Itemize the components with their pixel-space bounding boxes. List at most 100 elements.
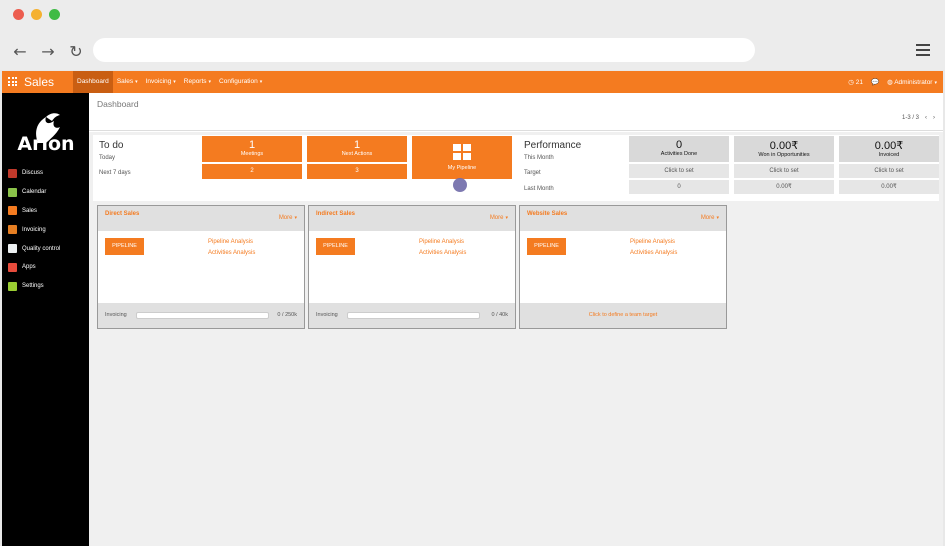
- address-bar[interactable]: [93, 38, 755, 62]
- activities-target-set[interactable]: Click to set: [629, 164, 729, 178]
- more-dropdown[interactable]: More ▾: [490, 215, 508, 221]
- activities-analysis-link[interactable]: Activities Analysis: [419, 250, 466, 256]
- meetings-today-count: 1: [248, 139, 256, 151]
- caret-down-icon: ▾: [934, 80, 937, 86]
- invoicing-progress-bar: [347, 312, 480, 319]
- invoicing-label: Invoicing: [316, 312, 338, 318]
- invoiced-last-month: 0.00₹: [839, 180, 939, 194]
- actions-today-count: 1: [353, 139, 361, 151]
- sidebar-item-invoicing[interactable]: Invoicing: [8, 220, 60, 239]
- browser-menu-icon[interactable]: [916, 44, 930, 56]
- close-window-button[interactable]: [13, 9, 24, 20]
- invoicing-icon: [8, 225, 17, 235]
- won-target-set[interactable]: Click to set: [734, 164, 834, 178]
- next-actions-next-button[interactable]: 3: [307, 164, 407, 179]
- invoiced-label: Invoiced: [878, 152, 900, 158]
- back-arrow-icon[interactable]: ←: [12, 42, 28, 61]
- chat-icon[interactable]: 💬: [871, 78, 879, 86]
- pager: 1-3 / 3 ‹ ›: [902, 115, 935, 121]
- caret-down-icon: ▾: [294, 215, 297, 221]
- activities-analysis-link[interactable]: Activities Analysis: [208, 250, 255, 256]
- meetings-next-button[interactable]: 2: [202, 164, 302, 179]
- activities-done-box[interactable]: 0 Activities Done: [629, 136, 729, 162]
- team-title[interactable]: Indirect Sales: [316, 211, 355, 217]
- quality-control-icon: [8, 244, 17, 254]
- top-navbar: Sales Dashboard Sales ▾ Invoicing ▾ Report…: [2, 71, 943, 93]
- card-header: Indirect Sales More ▾: [309, 206, 515, 231]
- sidebar-item-quality-control[interactable]: Quality control: [8, 239, 60, 258]
- summary-panel: To do Today Next 7 days 1 Meetings 2 1 N…: [93, 135, 939, 201]
- activities-done-label: Activities Done: [660, 151, 698, 157]
- todo-title: To do: [99, 140, 124, 151]
- team-title[interactable]: Website Sales: [527, 211, 567, 217]
- chevron-right-icon[interactable]: ›: [933, 115, 935, 121]
- main-area: Dashboard 1-3 / 3 ‹ › To do Today Next 7…: [89, 93, 943, 546]
- activities-indicator[interactable]: ◷ 21: [848, 78, 863, 86]
- pipeline-analysis-link[interactable]: Pipeline Analysis: [630, 239, 675, 245]
- more-dropdown[interactable]: More ▾: [279, 215, 297, 221]
- card-footer: Invoicing 0 / 250k: [98, 303, 304, 328]
- pipeline-button[interactable]: PIPELINE: [105, 238, 144, 255]
- won-opportunities-label: Won in Opportunities: [758, 152, 810, 158]
- activities-done-value: 0: [675, 139, 683, 151]
- sidebar-item-calendar[interactable]: Calendar: [8, 183, 60, 202]
- sidebar-item-label: Sales: [22, 207, 38, 214]
- card-footer: Invoicing 0 / 40k: [309, 303, 515, 328]
- sidebar-item-sales[interactable]: Sales: [8, 202, 60, 221]
- invoiced-box[interactable]: 0.00₹ Invoiced: [839, 136, 939, 162]
- my-pipeline-button[interactable]: My Pipeline: [412, 136, 512, 179]
- pipeline-analysis-link[interactable]: Pipeline Analysis: [208, 239, 253, 245]
- team-card-indirect-sales: Indirect Sales More ▾ PIPELINE Pipeline A…: [308, 205, 516, 329]
- todo-today-label: Today: [99, 155, 116, 161]
- apps-grid-icon[interactable]: [8, 77, 17, 86]
- card-header: Website Sales More ▾: [520, 206, 726, 231]
- define-team-target-link[interactable]: Click to define a team target: [520, 312, 726, 318]
- user-menu[interactable]: ◍ Administrator ▾: [887, 78, 937, 86]
- team-title[interactable]: Direct Sales: [105, 211, 139, 217]
- maximize-window-button[interactable]: [49, 9, 60, 20]
- sidebar-item-discuss[interactable]: Discuss: [8, 164, 60, 183]
- won-opportunities-box[interactable]: 0.00₹ Won in Opportunities: [734, 136, 834, 162]
- menu-reports[interactable]: Reports ▾: [180, 71, 215, 93]
- menu-dashboard[interactable]: Dashboard: [73, 71, 113, 93]
- invoicing-progress-bar: [136, 312, 269, 319]
- clock-icon: ◷: [848, 79, 854, 86]
- this-month-label: This Month: [524, 155, 554, 161]
- meetings-today-button[interactable]: 1 Meetings: [202, 136, 302, 162]
- sidebar-menu: Discuss Calendar Sales Invoicing Quality…: [8, 164, 60, 296]
- menu-configuration[interactable]: Configuration ▾: [215, 71, 266, 93]
- sidebar-item-apps[interactable]: Apps: [8, 258, 60, 277]
- apps-icon: [8, 262, 17, 272]
- invoicing-value: 0 / 250k: [277, 312, 297, 318]
- forward-arrow-icon[interactable]: →: [40, 42, 56, 61]
- user-avatar-icon: ◍: [887, 79, 893, 86]
- pipeline-button[interactable]: PIPELINE: [527, 238, 566, 255]
- app-title: Sales: [24, 75, 55, 89]
- meetings-label: Meetings: [240, 151, 264, 157]
- pager-value[interactable]: 1-3 / 3: [902, 115, 919, 121]
- activities-analysis-link[interactable]: Activities Analysis: [630, 250, 677, 256]
- reload-icon[interactable]: ↻: [68, 42, 84, 61]
- team-card-direct-sales: Direct Sales More ▾ PIPELINE Pipeline Ana…: [97, 205, 305, 329]
- last-month-label: Last Month: [524, 186, 554, 192]
- pipeline-analysis-link[interactable]: Pipeline Analysis: [419, 239, 464, 245]
- invoicing-label: Invoicing: [105, 312, 127, 318]
- minimize-window-button[interactable]: [31, 9, 42, 20]
- menu-invoicing[interactable]: Invoicing ▾: [142, 71, 180, 93]
- caret-down-icon: ▾: [716, 215, 719, 221]
- caret-down-icon: ▾: [208, 79, 212, 85]
- chevron-left-icon[interactable]: ‹: [925, 115, 927, 121]
- invoiced-target-set[interactable]: Click to set: [839, 164, 939, 178]
- more-dropdown[interactable]: More ▾: [701, 215, 719, 221]
- pipeline-button[interactable]: PIPELINE: [316, 238, 355, 255]
- window-controls: [13, 9, 60, 20]
- sidebar: Arion Discuss Calendar Sales Invoicing Q…: [2, 93, 89, 546]
- sidebar-item-settings[interactable]: Settings: [8, 277, 60, 296]
- sales-icon: [8, 206, 17, 216]
- sidebar-item-label: Quality control: [22, 245, 61, 252]
- sidebar-item-label: Calendar: [22, 189, 47, 196]
- settings-icon: [8, 281, 17, 291]
- next-actions-today-button[interactable]: 1 Next Actions: [307, 136, 407, 162]
- card-footer: Click to define a team target: [520, 303, 726, 328]
- menu-sales[interactable]: Sales ▾: [113, 71, 142, 93]
